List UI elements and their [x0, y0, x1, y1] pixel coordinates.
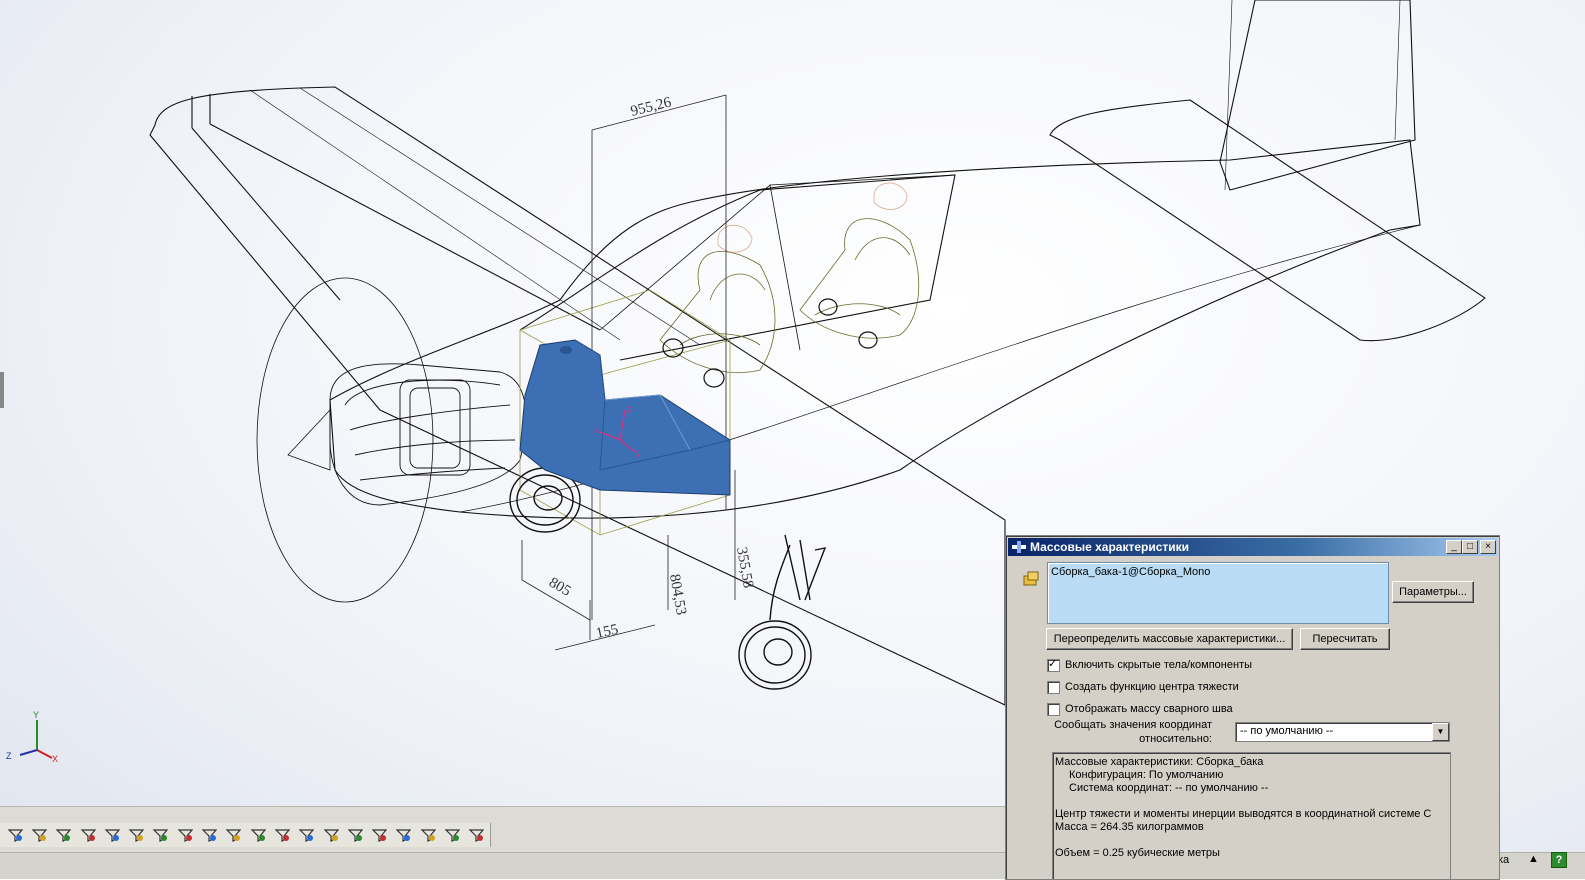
fuselage — [329, 139, 1421, 519]
dimension-355: 355,58 — [733, 546, 756, 589]
seats — [659, 218, 920, 374]
parameters-button[interactable]: Параметры... — [1392, 581, 1474, 603]
coordinate-report-label: Сообщать значения координат относительно… — [1042, 718, 1212, 746]
dialog-title: Массовые характеристики — [1030, 540, 1190, 554]
maximize-button[interactable]: □ — [1462, 540, 1478, 554]
filter-face-icon[interactable] — [77, 824, 98, 846]
results-text-area[interactable]: Массовые характеристики: Сборка_бака Кон… — [1052, 752, 1451, 879]
weld-mass-label: Отображать массу сварного шва — [1065, 703, 1233, 715]
filter-icon[interactable] — [4, 824, 25, 846]
filter-symbol-icon[interactable] — [441, 824, 462, 846]
minimize-button[interactable]: _ — [1446, 540, 1462, 554]
coordinate-system-value: -- по умолчанию -- — [1240, 725, 1334, 737]
filter-plane-icon[interactable] — [150, 824, 171, 846]
include-hidden-checkbox[interactable] — [1047, 657, 1060, 672]
com-y-label: y — [636, 448, 641, 458]
filter-weld-icon[interactable] — [344, 824, 365, 846]
triad-x-label: X — [52, 754, 58, 764]
triad-y-label: Y — [33, 710, 39, 720]
result-line: Центр тяжести и моменты инерции выводятс… — [1055, 808, 1432, 820]
dialog-titlebar[interactable]: Массовые характеристики _ □ × — [1008, 538, 1497, 556]
include-hidden-label: Включить скрытые тела/компоненты — [1065, 659, 1253, 671]
coordinate-system-select[interactable]: -- по умолчанию -- ▼ — [1235, 722, 1450, 742]
vertical-stabilizer — [1219, 0, 1416, 191]
filter-vertex-icon[interactable] — [28, 824, 49, 846]
dimension-955: 955,26 — [629, 94, 673, 120]
override-mass-properties-button[interactable]: Переопределить массовые характеристики..… — [1046, 628, 1293, 650]
filter-edge-icon[interactable] — [53, 824, 74, 846]
bottom-toolbar — [0, 806, 1005, 853]
fuel-tank — [519, 339, 731, 496]
mass-properties-icon — [1012, 541, 1026, 553]
filter-tolerance-icon[interactable] — [393, 824, 414, 846]
weld-mass-checkbox[interactable] — [1047, 702, 1060, 716]
result-line: Объем = 0.25 кубические метры — [1055, 847, 1220, 859]
filter-curve-icon[interactable] — [223, 824, 244, 846]
com-z-label: z — [627, 404, 632, 414]
chevron-down-icon[interactable]: ▼ — [1432, 723, 1449, 741]
status-arrow-icon[interactable]: ▲ — [1528, 853, 1539, 865]
filter-surface-icon[interactable] — [198, 824, 219, 846]
selection-filter-toolbar — [0, 823, 491, 847]
create-com-label: Создать функцию центра тяжести — [1065, 681, 1239, 693]
filter-hole-icon[interactable] — [368, 824, 389, 846]
mass-properties-dialog: Массовые характеристики _ □ × Сборка_бак… — [1005, 535, 1500, 880]
coordinate-report-label-line1: Сообщать значения координат — [1054, 719, 1212, 731]
close-button[interactable]: × — [1480, 540, 1496, 554]
selected-component-item[interactable]: Сборка_бака-1@Сборка_Mono — [1051, 566, 1210, 578]
include-hidden-checkbox-row[interactable]: Включить скрытые тела/компоненты — [1047, 657, 1252, 673]
filter-point-icon[interactable] — [125, 824, 146, 846]
filter-balloon-icon[interactable] — [417, 824, 438, 846]
result-line: Конфигурация: По умолчанию — [1069, 769, 1224, 781]
left-panel-handle — [0, 372, 4, 408]
dimension-804: 804,53 — [666, 573, 689, 616]
propeller-disc — [256, 277, 434, 603]
assembly-icon — [1023, 571, 1039, 586]
filter-sketch-icon[interactable] — [174, 824, 195, 846]
result-line: Массовые характеристики: Сборка_бака — [1055, 756, 1264, 768]
triad-z-label: Z — [6, 751, 12, 761]
filter-datum-icon[interactable] — [320, 824, 341, 846]
weld-mass-checkbox-row[interactable]: Отображать массу сварного шва — [1047, 701, 1233, 717]
selected-components-list[interactable]: Сборка_бака-1@Сборка_Mono — [1047, 562, 1389, 624]
filter-cosmetic-icon[interactable] — [466, 824, 487, 846]
dimension-155: 155 — [595, 622, 620, 642]
create-com-checkbox-row[interactable]: Создать функцию центра тяжести — [1047, 679, 1239, 695]
coordinate-report-label-line2: относительно: — [1139, 733, 1212, 745]
filter-note-icon[interactable] — [296, 824, 317, 846]
recalculate-button[interactable]: Пересчитать — [1300, 628, 1390, 650]
create-com-checkbox[interactable] — [1047, 680, 1060, 694]
result-line: Система координат: -- по умолчанию -- — [1069, 782, 1269, 794]
result-line: Масса = 264.35 килограммов — [1055, 821, 1204, 833]
filter-dimension-icon[interactable] — [271, 824, 292, 846]
filter-axis-icon[interactable] — [101, 824, 122, 846]
dimension-805: 805 — [546, 575, 573, 600]
orientation-triad: Y X Z — [6, 710, 58, 764]
help-icon[interactable]: ? — [1551, 852, 1567, 868]
com-x-label: x — [594, 425, 599, 435]
filter-annotation-icon[interactable] — [247, 824, 268, 846]
